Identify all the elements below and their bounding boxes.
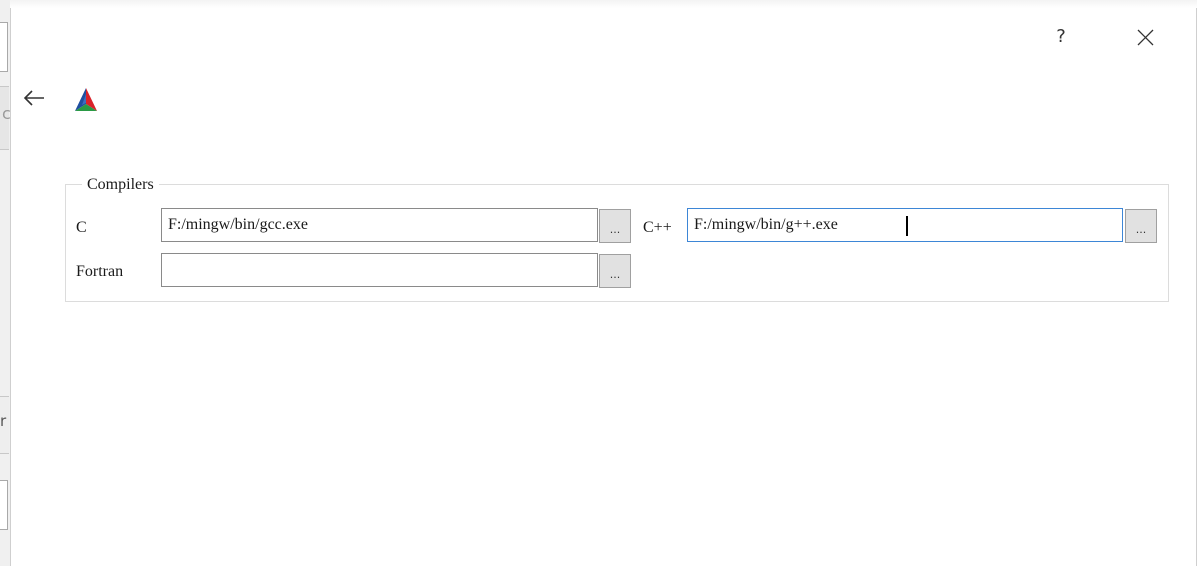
background-glyph: r [0, 412, 7, 430]
back-button[interactable] [20, 84, 50, 114]
c-compiler-label: C [76, 219, 87, 236]
close-button[interactable] [1130, 22, 1160, 52]
cxx-compiler-label: C++ [643, 219, 672, 236]
cxx-compiler-browse-button[interactable]: ... [1125, 209, 1157, 243]
c-compiler-browse-button[interactable]: ... [599, 209, 631, 243]
close-icon [1137, 29, 1154, 46]
fortran-compiler-label: Fortran [76, 263, 124, 280]
text-caret [906, 216, 908, 236]
cxx-compiler-field[interactable] [687, 208, 1123, 242]
fortran-compiler-field[interactable] [161, 253, 598, 287]
help-button[interactable]: ? [1046, 22, 1076, 52]
background-control [0, 480, 8, 530]
compilers-group-title: Compilers [82, 176, 159, 194]
back-arrow-icon [23, 90, 44, 106]
background-glyph: c [2, 104, 11, 123]
c-compiler-field[interactable] [161, 208, 598, 242]
fortran-compiler-browse-button[interactable]: ... [599, 254, 631, 288]
dialog-top-edge [10, 0, 1197, 8]
cmake-logo-icon [75, 88, 97, 111]
background-control [0, 22, 8, 72]
